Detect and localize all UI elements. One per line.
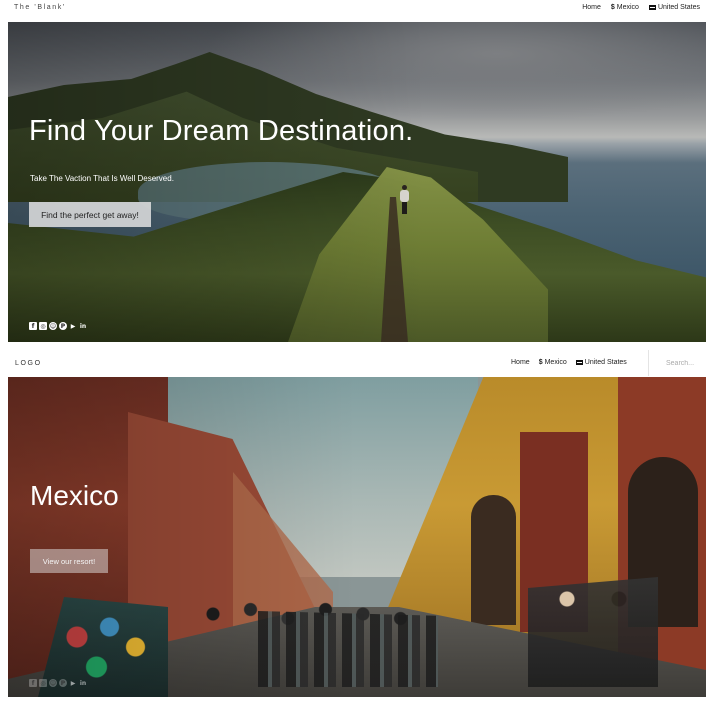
mail-icon bbox=[575, 360, 583, 365]
secondary-nav-links: Home $ Mexico United States bbox=[511, 359, 627, 366]
social-links-mexico: f ◎ ☺ P ▶ in bbox=[29, 679, 87, 687]
twitter-icon[interactable]: ▶ bbox=[69, 322, 77, 330]
nav-united-states-label: United States bbox=[657, 4, 700, 11]
find-getaway-button[interactable]: Find the perfect get away! bbox=[29, 202, 151, 227]
twitter-icon[interactable]: ▶ bbox=[69, 679, 77, 687]
nav-mexico-link[interactable]: $ Mexico bbox=[611, 4, 639, 11]
nav2-home-label: Home bbox=[511, 359, 530, 366]
mail-icon bbox=[648, 5, 656, 10]
facebook-icon[interactable]: f bbox=[29, 322, 37, 330]
facebook-icon[interactable]: f bbox=[29, 679, 37, 687]
linkedin-icon[interactable]: in bbox=[79, 322, 87, 330]
pinterest-icon[interactable]: P bbox=[59, 679, 67, 687]
snapchat-icon[interactable]: ☺ bbox=[49, 322, 57, 330]
nav-united-states-link[interactable]: United States bbox=[648, 4, 700, 11]
secondary-navbar: LOGO Home $ Mexico United States bbox=[0, 350, 712, 376]
nav2-united-states-link[interactable]: United States bbox=[575, 359, 627, 366]
nav2-mexico-label: Mexico bbox=[544, 359, 567, 366]
nav2-mexico-link[interactable]: $ Mexico bbox=[539, 359, 567, 366]
hero-banner-landscape: Find Your Dream Destination. Take The Va… bbox=[8, 22, 706, 342]
hero-title: Find Your Dream Destination. bbox=[29, 115, 414, 147]
nav-home-link[interactable]: Home bbox=[582, 4, 601, 11]
nav-home-label: Home bbox=[582, 4, 601, 11]
pinterest-icon[interactable]: P bbox=[59, 322, 67, 330]
hero2-shade-overlay bbox=[8, 377, 706, 697]
brand-name[interactable]: The 'Blank' bbox=[14, 4, 66, 11]
view-resort-button[interactable]: View our resort! bbox=[30, 549, 108, 573]
nav2-united-states-label: United States bbox=[584, 359, 627, 366]
instagram-icon[interactable]: ◎ bbox=[39, 679, 47, 687]
nav-mexico-label: Mexico bbox=[616, 4, 639, 11]
search-input[interactable] bbox=[648, 350, 712, 376]
mexico-title: Mexico bbox=[30, 480, 119, 511]
hero-banner-mexico: Mexico View our resort! f ◎ ☺ P ▶ in bbox=[8, 377, 706, 697]
dollar-icon: $ bbox=[538, 359, 543, 366]
instagram-icon[interactable]: ◎ bbox=[39, 322, 47, 330]
linkedin-icon[interactable]: in bbox=[79, 679, 87, 687]
snapchat-icon[interactable]: ☺ bbox=[49, 679, 57, 687]
nav2-home-link[interactable]: Home bbox=[511, 359, 530, 366]
top-nav-links: Home $ Mexico United States bbox=[582, 4, 700, 11]
hero-subtitle: Take The Vaction That Is Well Deserved. bbox=[30, 174, 174, 183]
social-links: f ◎ ☺ P ▶ in bbox=[29, 322, 87, 330]
logo-text[interactable]: LOGO bbox=[15, 360, 42, 367]
dollar-icon: $ bbox=[610, 4, 615, 11]
top-navbar: The 'Blank' Home $ Mexico United States bbox=[0, 0, 712, 18]
